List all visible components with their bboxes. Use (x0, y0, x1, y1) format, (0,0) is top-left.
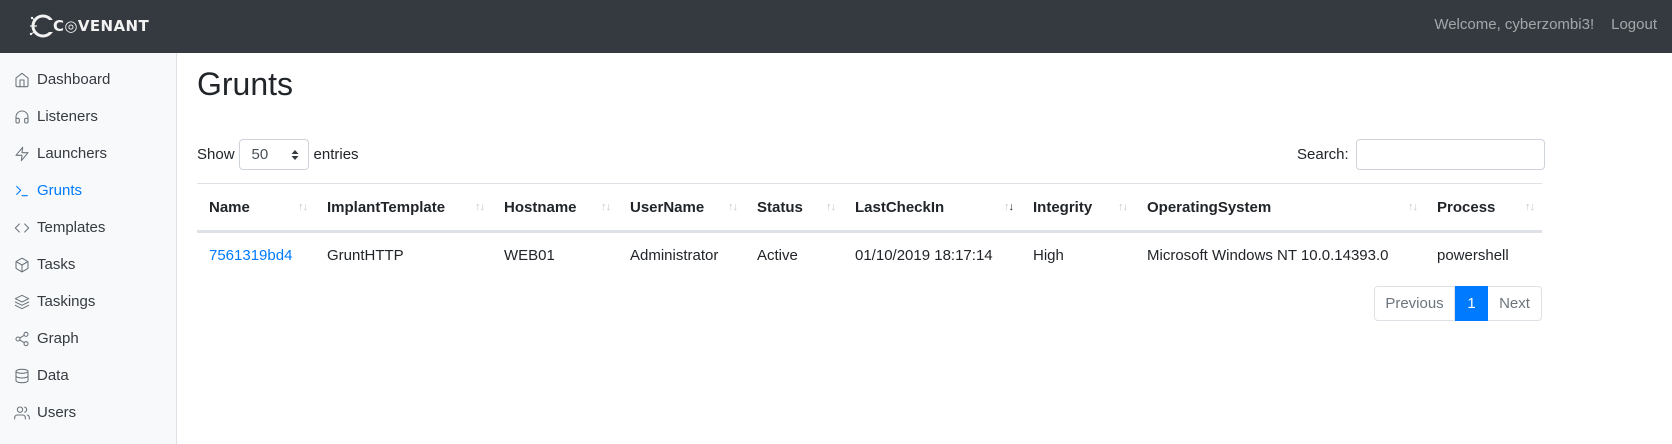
pagination-next[interactable]: Next (1488, 286, 1542, 321)
sidebar-item-grunts[interactable]: Grunts (0, 172, 176, 209)
headphones-icon (14, 109, 30, 125)
column-header-hostname[interactable]: Hostname ↑↓ (492, 183, 618, 233)
cell-operatingsystem: Microsoft Windows NT 10.0.14393.0 (1147, 247, 1389, 265)
sort-icon: ↑↓ (298, 201, 308, 213)
cell-status: Active (757, 247, 798, 265)
sidebar-item-label: Data (37, 367, 69, 384)
sidebar-item-data[interactable]: Data (0, 357, 176, 394)
top-navbar: C◎VENANT Welcome, cyberzombi3! Logout (0, 0, 1672, 53)
logout-link[interactable]: Logout (1611, 16, 1657, 33)
table-search: Search: (1297, 139, 1545, 170)
sidebar-item-label: Dashboard (37, 71, 111, 88)
table-row: 7561319bd4 GruntHTTP WEB01 Administrator… (197, 232, 1542, 279)
select-arrows-icon (291, 150, 299, 160)
cell-integrity: High (1033, 247, 1064, 265)
column-header-process[interactable]: Process ↑↓ (1425, 183, 1542, 233)
terminal-icon (14, 183, 30, 199)
brand-logo[interactable]: C◎VENANT (28, 10, 149, 42)
sidebar-item-users[interactable]: Users (0, 394, 176, 431)
cell-username: Administrator (630, 247, 719, 265)
sidebar-item-dashboard[interactable]: Dashboard (0, 61, 176, 98)
entries-select-value: 50 (251, 146, 269, 163)
sidebar-item-taskings[interactable]: Taskings (0, 283, 176, 320)
column-header-implanttemplate[interactable]: ImplantTemplate ↑↓ (315, 183, 492, 233)
pagination-previous[interactable]: Previous (1374, 286, 1455, 321)
code-icon (14, 220, 30, 236)
brand-name: C◎VENANT (53, 17, 150, 35)
layers-icon (14, 294, 30, 310)
sidebar-item-graph[interactable]: Graph (0, 320, 176, 357)
column-header-username[interactable]: UserName ↑↓ (618, 183, 745, 233)
page-title: Grunts (197, 66, 294, 102)
cell-name: 7561319bd4 (197, 232, 315, 279)
sidebar: Dashboard Listeners Launchers Grunts Tem… (0, 53, 177, 444)
cell-process: powershell (1437, 247, 1509, 265)
sidebar-item-label: Tasks (37, 256, 76, 273)
sidebar-item-label: Launchers (37, 145, 108, 162)
grunt-link[interactable]: 7561319bd4 (209, 247, 292, 264)
sort-icon: ↑↓ (1525, 201, 1535, 213)
column-header-operatingsystem[interactable]: OperatingSystem ↑↓ (1135, 183, 1425, 233)
database-icon (14, 368, 30, 384)
pagination-page-1[interactable]: 1 (1455, 286, 1488, 321)
grunts-table: Name ↑↓ ImplantTemplate ↑↓ Hostname ↑↓ User… (197, 183, 1542, 279)
sidebar-item-label: Graph (37, 330, 79, 347)
sort-icon: ↑↓ (475, 201, 485, 213)
sidebar-item-label: Listeners (37, 108, 98, 125)
entries-select[interactable]: 50 (238, 139, 309, 170)
search-input[interactable] (1355, 139, 1545, 170)
sidebar-item-launchers[interactable]: Launchers (0, 135, 176, 172)
sort-icon: ↑↓ (728, 201, 738, 213)
sort-desc-icon: ↑↓ (1004, 201, 1014, 213)
pagination: Previous 1 Next (1374, 286, 1542, 321)
box-icon (14, 257, 30, 273)
cell-hostname: WEB01 (504, 247, 555, 265)
entries-length-control: Show 50 entries (197, 139, 359, 170)
sidebar-item-label: Grunts (37, 182, 83, 199)
cell-lastcheckin: 01/10/2019 18:17:14 (855, 247, 993, 265)
column-header-integrity[interactable]: Integrity ↑↓ (1021, 183, 1135, 233)
show-label: Show (197, 146, 235, 163)
sidebar-item-label: Templates (37, 219, 106, 236)
sort-icon: ↑↓ (1118, 201, 1128, 213)
table-header-row: Name ↑↓ ImplantTemplate ↑↓ Hostname ↑↓ User… (197, 183, 1542, 233)
column-header-name[interactable]: Name ↑↓ (197, 183, 315, 233)
user-menu: Welcome, cyberzombi3! Logout (1434, 0, 1657, 49)
users-icon (14, 405, 30, 421)
sidebar-item-tasks[interactable]: Tasks (0, 246, 176, 283)
entries-label: entries (313, 146, 359, 163)
cell-implanttemplate: GruntHTTP (327, 247, 404, 265)
column-header-status[interactable]: Status ↑↓ (745, 183, 843, 233)
welcome-link[interactable]: Welcome, cyberzombi3! (1434, 16, 1594, 33)
sort-icon: ↑↓ (601, 201, 611, 213)
sidebar-item-templates[interactable]: Templates (0, 209, 176, 246)
sort-icon: ↑↓ (826, 201, 836, 213)
sidebar-item-label: Taskings (37, 293, 96, 310)
zap-icon (14, 146, 30, 162)
column-header-lastcheckin[interactable]: LastCheckIn ↑↓ (843, 183, 1021, 233)
sort-icon: ↑↓ (1408, 201, 1418, 213)
share-icon (14, 331, 30, 347)
home-icon (14, 72, 30, 88)
search-label: Search: (1297, 146, 1349, 163)
sidebar-item-label: Users (37, 404, 77, 421)
sidebar-item-listeners[interactable]: Listeners (0, 98, 176, 135)
